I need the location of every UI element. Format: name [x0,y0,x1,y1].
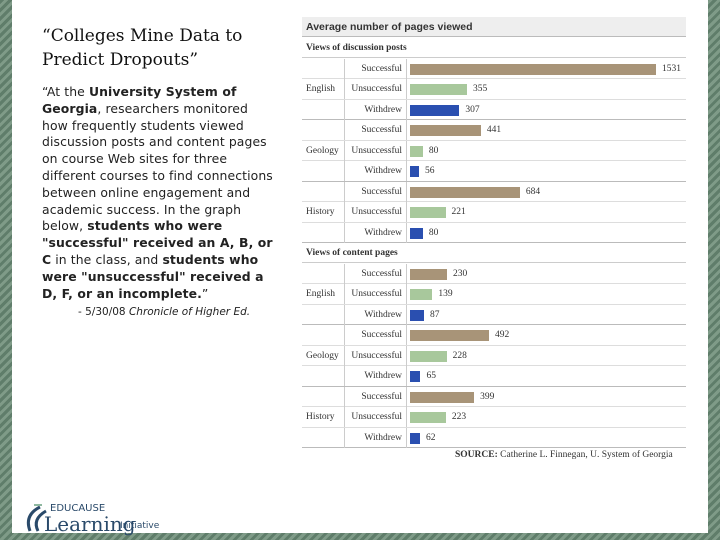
data-label: 1531 [662,63,681,74]
bar-successful [410,125,481,136]
data-label: 80 [428,227,439,238]
category-label: Successful [344,58,407,79]
citation: - 5/30/08 Chronicle of Higher Ed. [78,306,258,320]
bar-withdrew [410,371,421,382]
category-label: Successful [344,325,407,345]
category-label: Withdrew [344,161,407,181]
source-label: SOURCE: [455,450,498,460]
data-label: 441 [486,125,502,135]
data-label: 80 [428,145,439,156]
bar-row: Successful 441 [302,120,686,141]
group-label: Geology [306,350,339,361]
bar-row: English Unsuccessful 139 [302,284,686,305]
bar-row: Successful 230 [302,263,686,284]
citation-source: Chronicle of Higher Ed. [128,306,251,318]
data-label: 492 [495,330,510,340]
chart-title: Average number of pages viewed [302,17,686,37]
bar-withdrew [410,166,419,177]
quote-text: “At the University System of Georgia, re… [42,84,274,302]
bar-withdrew [410,432,420,444]
bar-unsuccessful [410,412,446,423]
bar-row: Withdrew 307 [302,99,686,120]
bar-row: Successful 1531 [302,58,686,79]
bar-withdrew [410,309,424,321]
category-label: Unsuccessful [344,79,407,99]
category-label: Successful [344,181,407,202]
data-label: 355 [473,84,488,94]
bar-successful [410,391,475,403]
slide-title: “Colleges Mine Data to Predict Dropouts” [42,26,243,70]
bar-withdrew [410,227,423,239]
category-label: Withdrew [344,366,407,386]
group-label: History [306,412,335,422]
bar-unsuccessful [410,207,446,218]
bar-successful [410,63,656,75]
group-label: Geology [306,145,339,156]
quote-part: “At the [42,84,89,99]
category-label: Withdrew [344,222,407,243]
bar-withdrew [410,104,460,116]
section-header: Views of discussion posts [302,38,686,58]
data-label: 87 [429,309,440,320]
logo-sub: Initiative [120,521,160,531]
bar-unsuccessful [410,289,433,300]
bar-unsuccessful [410,84,468,95]
data-label: 399 [480,391,495,402]
category-label: Unsuccessful [344,202,407,222]
data-label: 230 [452,268,468,279]
bar-chart: Average number of pages viewed Views of … [302,17,688,469]
bar-successful [410,268,447,280]
category-label: Unsuccessful [344,284,407,304]
bar-successful [410,186,520,198]
data-label: 228 [452,350,467,361]
data-label: 221 [451,207,466,217]
bar-row: Successful 399 [302,386,686,407]
bar-row: Withdrew 87 [302,304,686,325]
bar-successful [410,330,490,341]
category-label: Unsuccessful [344,140,407,161]
data-label: 65 [426,371,436,381]
bar-row: Withdrew 80 [302,222,686,243]
group-label: History [306,207,335,217]
data-label: 223 [451,412,467,422]
category-label: Withdrew [344,304,407,325]
category-label: Withdrew [344,427,407,448]
section-header: Views of content pages [302,243,686,263]
bar-row: Geology Unsuccessful 228 [302,345,686,366]
bar-row: History Unsuccessful 221 [302,202,686,223]
category-label: Withdrew [344,99,407,120]
data-label: 307 [465,104,480,115]
bar-row: Successful 684 [302,181,686,202]
educause-logo: EDUCAUSE Learning Initiative [20,503,180,536]
bar-row: Successful 492 [302,325,686,346]
quote-part: ” [201,285,209,301]
bar-row: Geology Unsuccessful 80 [302,140,686,161]
bar-row: Withdrew 65 [302,366,686,387]
data-label: 684 [525,186,541,197]
category-label: Successful [344,263,407,284]
data-label: 62 [425,432,436,443]
bar-row: Withdrew 56 [302,161,686,182]
data-label: 56 [424,166,435,176]
bar-row: History Unsuccessful 223 [302,407,686,428]
chart-source: SOURCE: Catherine L. Finnegan, U. System… [455,450,673,460]
data-label: 139 [438,289,453,299]
source-text: Catherine L. Finnegan, U. System of Geor… [500,450,673,460]
bar-row: Withdrew 62 [302,427,686,448]
category-label: Successful [344,386,407,407]
category-label: Unsuccessful [344,345,407,366]
bar-unsuccessful [410,350,447,362]
quote-part: in the class, and [51,251,163,267]
category-label: Successful [344,120,407,140]
citation-date: - 5/30/08 [78,306,129,318]
group-label: English [306,84,336,94]
category-label: Unsuccessful [344,407,407,427]
group-label: English [306,289,336,299]
quote-part: , researchers monitored how frequently s… [42,100,273,234]
bar-row: English Unsuccessful 355 [302,79,686,100]
bar-unsuccessful [410,145,423,157]
